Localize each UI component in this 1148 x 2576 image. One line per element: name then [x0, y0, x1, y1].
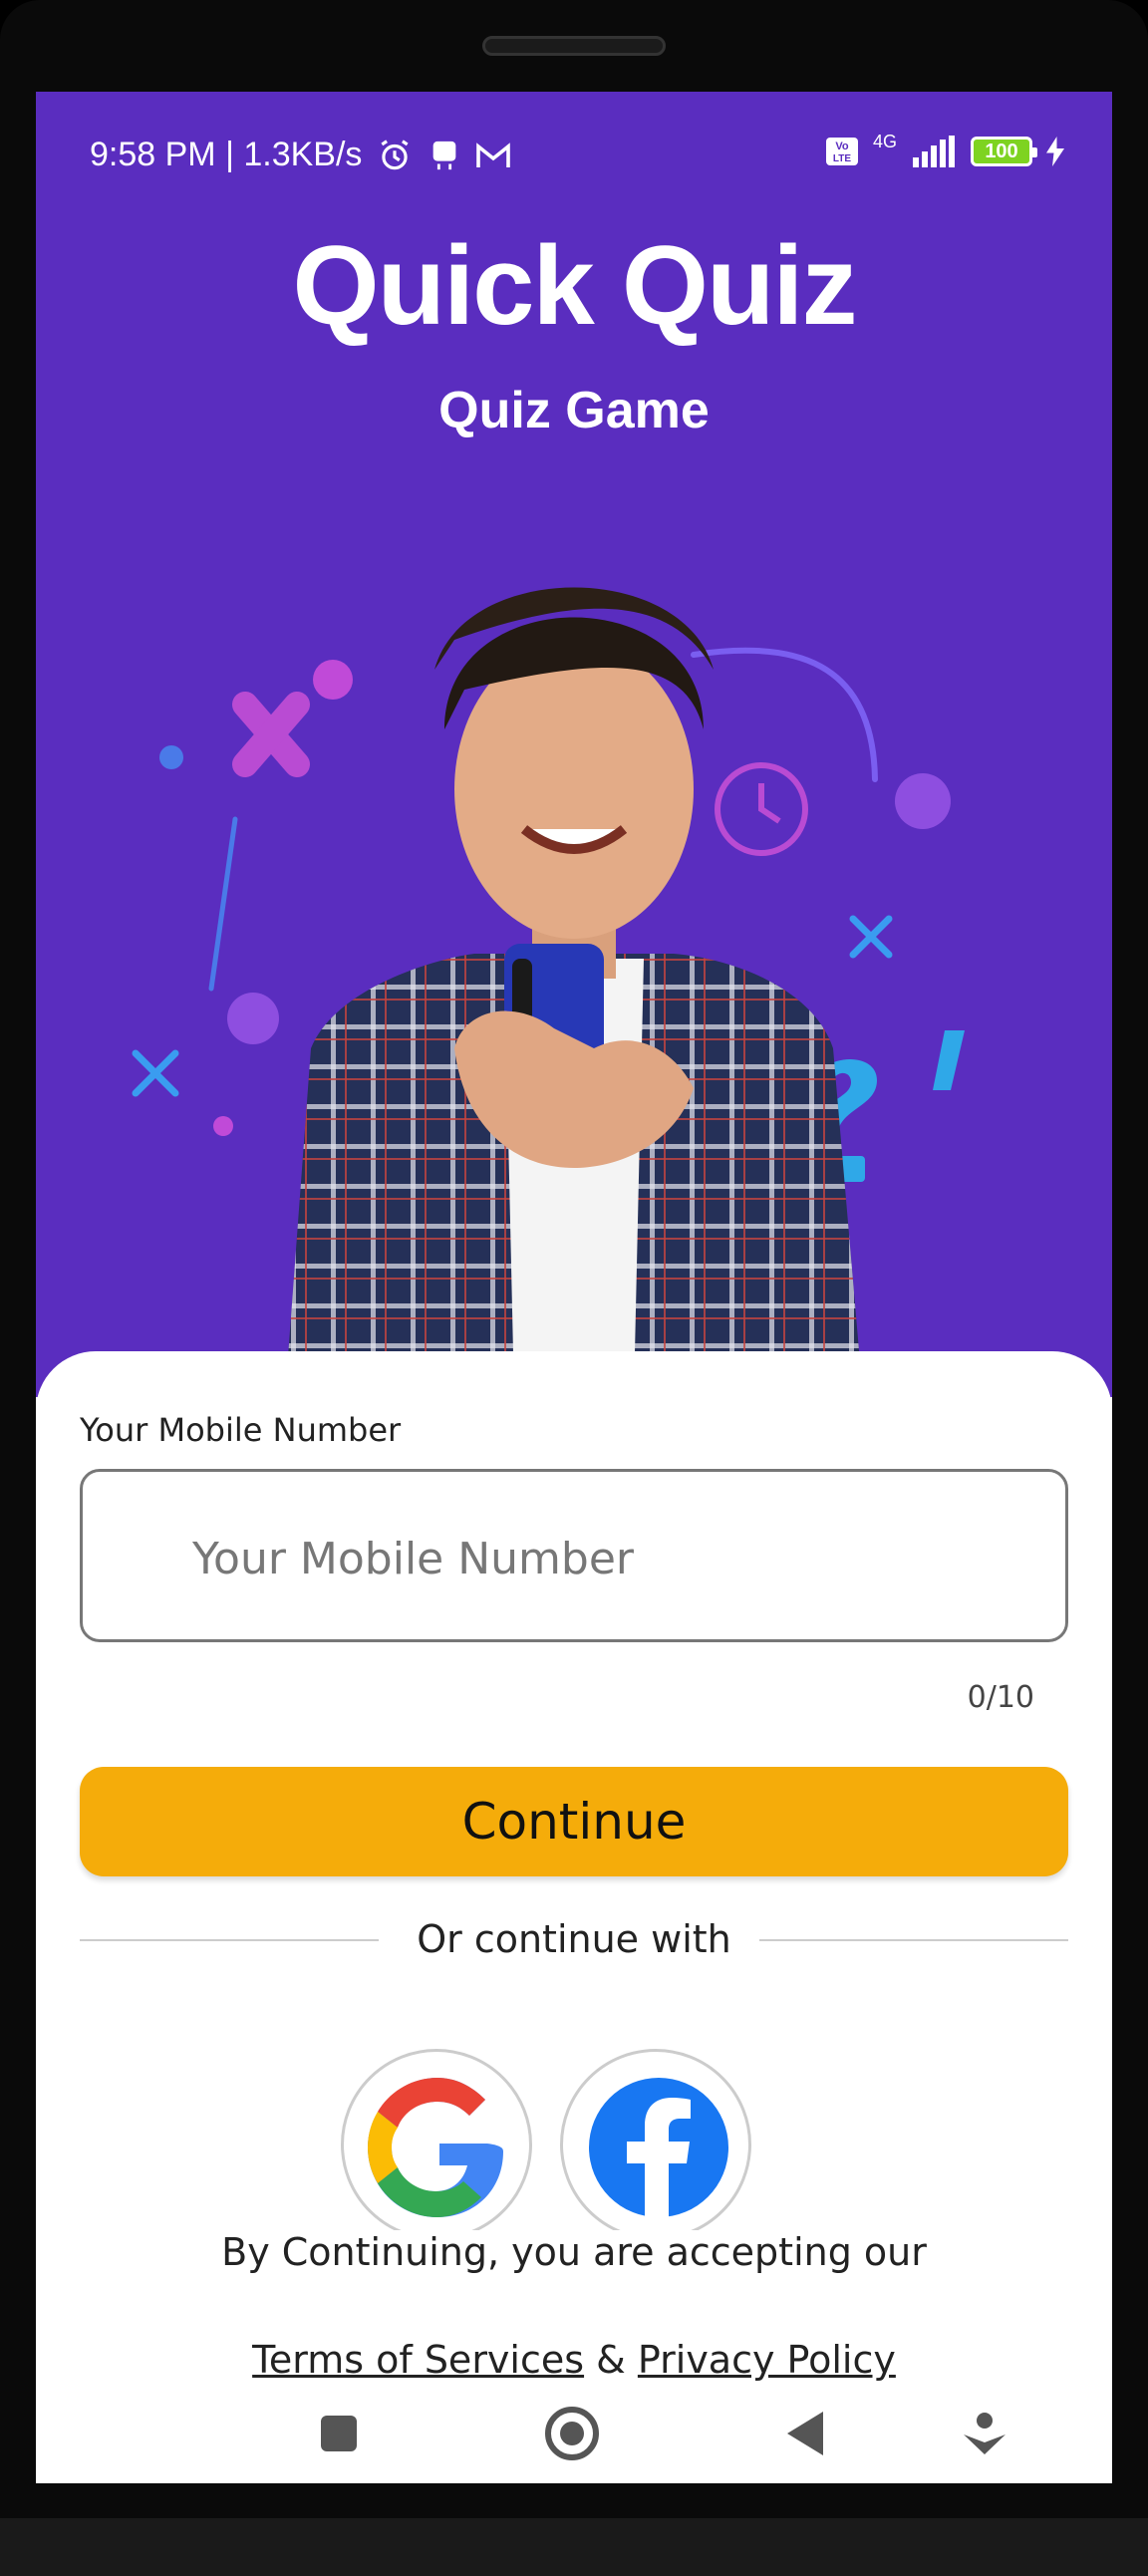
phone-chin — [0, 2518, 1148, 2576]
recents-button[interactable] — [309, 2404, 369, 2463]
phone-screen: 9:58 PM | 1.3KB/s Vo LTE 4G 100 Quick Qui… — [36, 92, 1112, 2483]
app-subtitle: Quiz Game — [438, 382, 710, 439]
deco-clock — [715, 762, 808, 856]
status-left: 9:58 PM | 1.3KB/s — [90, 136, 511, 174]
deco-dot — [159, 745, 183, 769]
mobile-input-box[interactable] — [80, 1469, 1068, 1642]
legal-ampersand: & — [596, 2338, 626, 2382]
deco-arc — [691, 647, 878, 782]
back-triangle-icon — [787, 2412, 823, 2455]
login-sheet: Your Mobile Number 0/10 Continue Or cont… — [36, 1351, 1112, 2483]
battery-level: 100 — [985, 140, 1018, 162]
charging-icon — [1046, 137, 1064, 166]
logo-text: Quick Quiz — [292, 223, 858, 348]
or-divider: Or continue with — [80, 1909, 1068, 1969]
legal-links: Terms of Services & Privacy Policy — [36, 2338, 1112, 2382]
deco-exclaim — [933, 1030, 965, 1090]
deco-cross — [132, 1049, 179, 1097]
volte-icon: VoLTE — [825, 138, 858, 165]
google-login-button[interactable] — [341, 2049, 532, 2240]
mobile-field-label: Your Mobile Number — [80, 1411, 402, 1449]
hero-illustration — [132, 587, 965, 1397]
google-icon — [368, 2078, 503, 2217]
mobile-number-input[interactable] — [190, 1518, 992, 1599]
deco-cross — [849, 915, 893, 959]
deco-cross-large — [232, 692, 310, 777]
network-type: 4G — [872, 131, 897, 151]
assistant-icon — [964, 2413, 1005, 2454]
legal-text: By Continuing, you are accepting our — [221, 2230, 927, 2274]
android-nav-bar — [36, 2384, 1112, 2483]
svg-text:Vo: Vo — [835, 141, 849, 152]
svg-text:LTE: LTE — [833, 153, 851, 164]
char-counter: 0/10 — [967, 1680, 1034, 1715]
assistant-button[interactable] — [955, 2404, 1014, 2463]
phone-speaker — [482, 36, 666, 56]
status-right: Vo LTE 4G 100 — [825, 132, 1064, 167]
deco-dot — [213, 1116, 233, 1136]
app-logo: Quick Quiz — [36, 221, 1112, 350]
continue-button[interactable]: Continue — [80, 1767, 1068, 1876]
terms-link[interactable]: Terms of Services — [252, 2338, 584, 2382]
square-icon — [321, 2416, 357, 2451]
facebook-icon — [589, 2078, 728, 2221]
home-circle-icon — [545, 2407, 599, 2460]
status-time-speed: 9:58 PM | 1.3KB/s — [90, 136, 363, 173]
deco-dot — [313, 660, 353, 700]
person-figure — [285, 587, 863, 1397]
battery-icon: 100 — [971, 137, 1037, 166]
deco-line — [208, 816, 238, 992]
deco-dot — [895, 773, 951, 829]
alarm-icon — [381, 139, 409, 169]
gmail-icon — [476, 142, 511, 167]
home-button[interactable] — [542, 2404, 602, 2463]
hero-banner: 9:58 PM | 1.3KB/s Vo LTE 4G 100 Quick Qui… — [36, 92, 1112, 1397]
status-bar: 9:58 PM | 1.3KB/s Vo LTE 4G 100 — [36, 92, 1112, 231]
signal-icon — [913, 136, 955, 167]
back-button[interactable] — [775, 2404, 835, 2463]
facebook-login-button[interactable] — [560, 2049, 751, 2240]
divider-line-right — [759, 1939, 1068, 1941]
privacy-link[interactable]: Privacy Policy — [638, 2338, 896, 2382]
train-icon — [433, 141, 456, 169]
deco-dot — [227, 993, 279, 1044]
